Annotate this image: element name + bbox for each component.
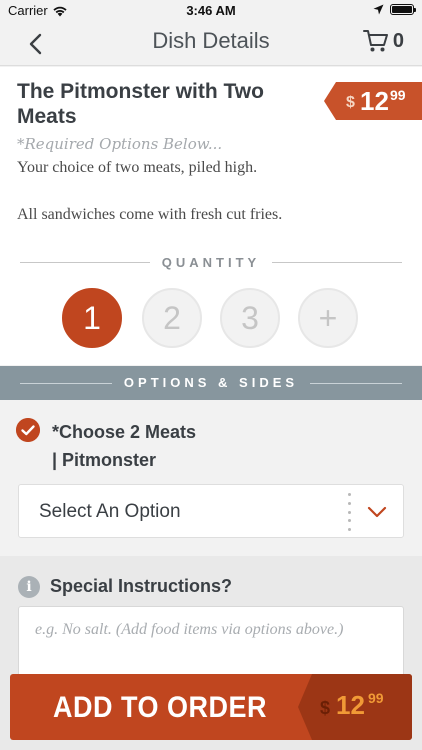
option-group-meats: *Choose 2 Meats | Pitmonster Select An O… [0, 400, 422, 556]
required-options-note: *Required Options Below... [17, 135, 223, 153]
checkmark-icon [16, 418, 40, 442]
cart-count: 0 [392, 29, 404, 52]
quantity-header: QUANTITY [20, 253, 402, 271]
option-group-title-line2: | Pitmonster [52, 450, 157, 470]
info-icon: i [18, 576, 40, 598]
select-divider [347, 493, 351, 531]
quantity-option-1[interactable]: 1 [62, 288, 122, 348]
quantity-option-3[interactable]: 3 [220, 288, 280, 348]
navigation-bar: Dish Details 0 [0, 22, 422, 66]
divider [310, 383, 402, 384]
status-time: 3:46 AM [186, 3, 236, 18]
button-price-cents: 99 [368, 690, 384, 706]
meat-option-select[interactable]: Select An Option [18, 484, 404, 538]
add-to-order-button[interactable]: ADD TO ORDER $ 12 99 [10, 674, 412, 740]
price-cents: 99 [390, 87, 406, 103]
button-price-dollars: 12 [336, 690, 365, 720]
chevron-down-icon [367, 506, 387, 518]
price-tag: $ 12 99 [324, 82, 422, 120]
quantity-option-2[interactable]: 2 [142, 288, 202, 348]
battery-icon [390, 4, 416, 15]
price-currency: $ [346, 94, 355, 111]
dish-name: The Pitmonster with Two Meats [17, 80, 264, 128]
status-bar: Carrier 3:46 AM [0, 0, 422, 22]
add-to-order-label: ADD TO ORDER [52, 690, 267, 724]
cart-icon [362, 30, 388, 52]
page-title: Dish Details [152, 28, 270, 53]
price-dollars: 12 [360, 86, 389, 116]
option-group-title-line1: *Choose 2 Meats [52, 422, 197, 442]
location-arrow-icon [373, 4, 384, 15]
select-value: Select An Option [39, 501, 181, 522]
add-to-order-price: $ 12 99 [298, 674, 412, 740]
option-group-title: *Choose 2 Meats | Pitmonster [52, 418, 196, 474]
options-sides-banner: OPTIONS & SIDES [0, 366, 422, 400]
divider [272, 262, 402, 263]
dish-description: Your choice of two meats, piled high. [17, 159, 258, 176]
cart-button[interactable]: 0 [362, 29, 404, 53]
dish-details-card: The Pitmonster with Two Meats $ 12 99 *R… [0, 67, 422, 365]
button-price-currency: $ [320, 698, 331, 718]
dish-side-note: All sandwiches come with fresh cut fries… [17, 206, 283, 223]
quantity-more-button[interactable]: + [298, 288, 358, 348]
special-instructions-label: Special Instructions? [50, 576, 233, 596]
